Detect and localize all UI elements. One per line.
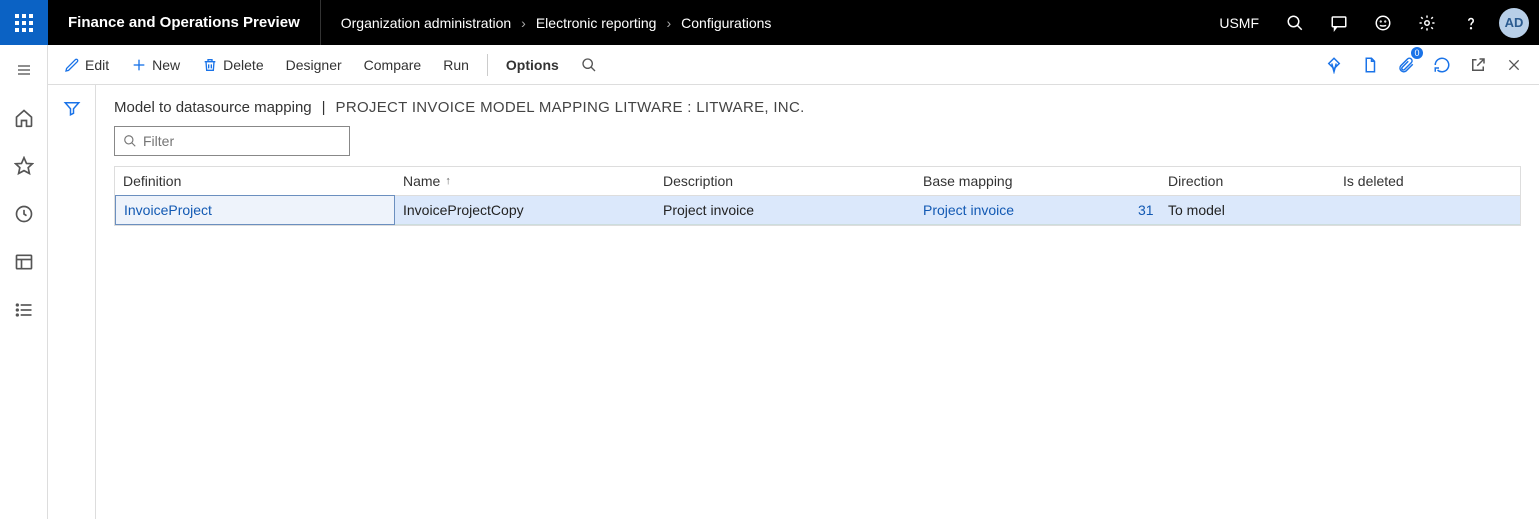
- options-button[interactable]: Options: [498, 53, 567, 77]
- attachments-count-badge: 0: [1411, 47, 1423, 59]
- search-icon: [123, 134, 137, 148]
- separator: [487, 54, 488, 76]
- trash-icon: [202, 57, 218, 73]
- quickfilter-input[interactable]: [143, 133, 341, 149]
- popout-button[interactable]: [1461, 49, 1495, 81]
- chevron-right-icon: ›: [521, 15, 526, 31]
- column-header-direction[interactable]: Direction: [1160, 167, 1335, 195]
- attachments-button[interactable]: 0: [1389, 49, 1423, 81]
- action-pane-right: 0: [1317, 49, 1531, 81]
- cell-description[interactable]: Project invoice: [655, 196, 915, 224]
- designer-label: Designer: [286, 57, 342, 73]
- popout-icon: [1469, 56, 1487, 74]
- refresh-icon: [1433, 56, 1451, 74]
- nav-modules-button[interactable]: [0, 293, 48, 327]
- search-icon: [1286, 14, 1304, 32]
- cell-basemapping[interactable]: Project invoice: [915, 196, 1130, 224]
- clock-icon: [14, 204, 34, 224]
- help-button[interactable]: [1449, 0, 1493, 45]
- avatar[interactable]: AD: [1499, 8, 1529, 38]
- smiley-icon: [1374, 14, 1392, 32]
- nav-favorites-button[interactable]: [0, 149, 48, 183]
- filter-rail: [48, 85, 96, 519]
- app-launcher-button[interactable]: [0, 0, 48, 45]
- breadcrumb-item[interactable]: Electronic reporting: [536, 15, 657, 31]
- chevron-right-icon: ›: [666, 15, 671, 31]
- cell-name[interactable]: InvoiceProjectCopy: [395, 196, 655, 224]
- question-icon: [1462, 14, 1480, 32]
- action-search-button[interactable]: [573, 53, 605, 77]
- pencil-icon: [64, 57, 80, 73]
- nav-workspaces-button[interactable]: [0, 245, 48, 279]
- funnel-icon: [63, 99, 81, 117]
- page-title: Model to datasource mapping: [114, 99, 312, 116]
- plus-icon: [131, 57, 147, 73]
- cell-basemapping-id[interactable]: 31: [1130, 196, 1160, 224]
- cell-direction[interactable]: To model: [1160, 196, 1335, 224]
- settings-button[interactable]: [1405, 0, 1449, 45]
- nav-home-button[interactable]: [0, 101, 48, 135]
- filter-pane-button[interactable]: [63, 99, 81, 519]
- refresh-button[interactable]: [1425, 49, 1459, 81]
- paperclip-icon: [1397, 56, 1415, 74]
- hamburger-icon: [14, 62, 34, 78]
- topbar-right: USMF AD: [1205, 0, 1539, 45]
- delete-button[interactable]: Delete: [194, 53, 271, 77]
- run-label: Run: [443, 57, 469, 73]
- nav-expand-button[interactable]: [0, 53, 48, 87]
- new-label: New: [152, 57, 180, 73]
- nav-recent-button[interactable]: [0, 197, 48, 231]
- main-content: Model to datasource mapping | PROJECT IN…: [96, 85, 1539, 519]
- options-label: Options: [506, 57, 559, 73]
- list-icon: [14, 300, 34, 320]
- pin-button[interactable]: [1317, 49, 1351, 81]
- table-row[interactable]: InvoiceProject InvoiceProjectCopy Projec…: [115, 196, 1520, 225]
- run-button[interactable]: Run: [435, 53, 477, 77]
- page-heading: Model to datasource mapping | PROJECT IN…: [114, 99, 1521, 116]
- quickfilter[interactable]: [114, 126, 350, 156]
- edit-label: Edit: [85, 57, 109, 73]
- office-button[interactable]: [1353, 49, 1387, 81]
- close-icon: [1506, 57, 1522, 73]
- column-header-description[interactable]: Description: [655, 167, 915, 195]
- designer-button[interactable]: Designer: [278, 53, 350, 77]
- compare-button[interactable]: Compare: [356, 53, 430, 77]
- app-title: Finance and Operations Preview: [48, 0, 321, 45]
- edit-button[interactable]: Edit: [56, 53, 117, 77]
- company-label[interactable]: USMF: [1205, 15, 1273, 31]
- page-subtitle: PROJECT INVOICE MODEL MAPPING LITWARE : …: [336, 99, 805, 116]
- compare-label: Compare: [364, 57, 422, 73]
- action-pane: Edit New Delete Designer Compare: [48, 45, 1539, 85]
- sort-asc-icon: ↑: [445, 175, 451, 187]
- diamond-icon: [1325, 56, 1343, 74]
- breadcrumb-item[interactable]: Configurations: [681, 15, 771, 31]
- breadcrumb-item[interactable]: Organization administration: [341, 15, 511, 31]
- column-header-basemapping[interactable]: Base mapping: [915, 167, 1160, 195]
- topbar: Finance and Operations Preview Organizat…: [0, 0, 1539, 45]
- separator: |: [322, 99, 326, 116]
- cell-definition[interactable]: InvoiceProject: [115, 195, 395, 225]
- grid: Definition Name↑ Description Base mappin…: [114, 166, 1521, 226]
- navigation-rail: [0, 45, 48, 519]
- cell-isdeleted[interactable]: [1335, 196, 1495, 224]
- column-header-name[interactable]: Name↑: [395, 167, 655, 195]
- page-icon: [1361, 56, 1379, 74]
- breadcrumb: Organization administration › Electronic…: [321, 15, 792, 31]
- chat-icon: [1330, 14, 1348, 32]
- search-icon: [581, 57, 597, 73]
- search-button[interactable]: [1273, 0, 1317, 45]
- feedback-button[interactable]: [1361, 0, 1405, 45]
- delete-label: Delete: [223, 57, 263, 73]
- workspace-icon: [14, 252, 34, 272]
- waffle-icon: [15, 14, 33, 32]
- column-header-isdeleted[interactable]: Is deleted: [1335, 167, 1495, 195]
- close-button[interactable]: [1497, 49, 1531, 81]
- messages-button[interactable]: [1317, 0, 1361, 45]
- home-icon: [14, 108, 34, 128]
- star-icon: [14, 156, 34, 176]
- gear-icon: [1418, 14, 1436, 32]
- new-button[interactable]: New: [123, 53, 188, 77]
- grid-header-row: Definition Name↑ Description Base mappin…: [115, 167, 1520, 196]
- column-header-definition[interactable]: Definition: [115, 167, 395, 195]
